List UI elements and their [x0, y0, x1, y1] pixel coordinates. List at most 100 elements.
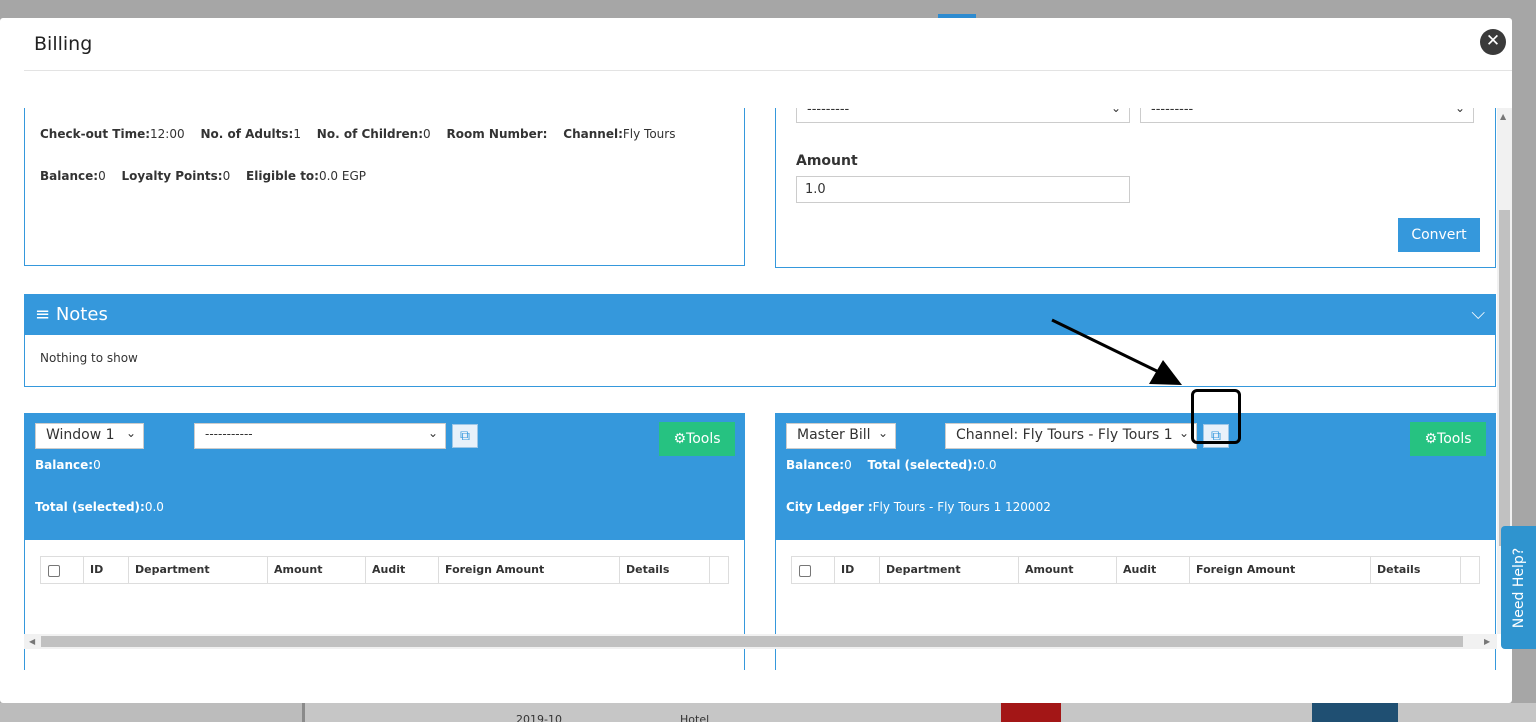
transactions-table-header: ID Department Amount Audit Foreign Amoun… [40, 556, 729, 584]
column-header: Audit [1116, 557, 1190, 583]
scroll-right-icon[interactable]: ▶ [1484, 637, 1490, 646]
balance-label: Balance: [35, 458, 94, 472]
balance-label: Balance: [786, 458, 845, 472]
billing-modal: Billing ✕ Check-out Time:12:00 No. of Ad… [0, 18, 1512, 703]
chevron-down-icon: ⌄ [877, 426, 888, 440]
column-header: Audit [365, 557, 439, 583]
external-link-icon[interactable]: ⧉ [452, 424, 478, 448]
select-all-checkbox[interactable] [48, 565, 60, 577]
currency-convert-box: --------- ⌄ --------- ⌄ Amount 1.0 Conve… [775, 108, 1496, 268]
select-value: --------- [807, 108, 850, 117]
tools-label: Tools [1437, 431, 1472, 447]
gears-icon: ⚙ [673, 431, 687, 447]
column-header [709, 557, 729, 583]
info-value: Fly Tours [622, 127, 676, 141]
annotation-arrow [1051, 318, 1182, 385]
tools-label: Tools [686, 431, 721, 447]
background-text: Hotel [680, 713, 710, 722]
column-header: Amount [267, 557, 367, 583]
total-value: 0.0 [977, 458, 997, 472]
info-label: Check-out Time: [40, 127, 151, 141]
scroll-up-icon[interactable]: ▲ [1500, 112, 1506, 121]
info-label: Room Number: [446, 127, 548, 141]
info-row: Check-out Time:12:00 No. of Adults:1 No.… [40, 127, 675, 141]
select-all-checkbox[interactable] [799, 565, 811, 577]
bill-window-right: Master Bill ⌄ Channel: Fly Tours - Fly T… [775, 413, 1496, 670]
chevron-down-icon: ⌄ [125, 426, 136, 440]
transactions-table-header: ID Department Amount Audit Foreign Amoun… [791, 556, 1480, 584]
window-select[interactable]: Window 1 ⌄ [35, 423, 144, 449]
column-header: Foreign Amount [1189, 557, 1371, 583]
info-value: 0 [423, 127, 431, 141]
scrollbar-thumb[interactable] [1499, 210, 1510, 546]
select-value: --------- [1151, 108, 1194, 117]
external-link-icon[interactable]: ⧉ [1203, 424, 1229, 448]
scrollbar-thumb[interactable] [41, 636, 1463, 647]
info-label: No. of Children: [316, 127, 424, 141]
info-value: 0 [222, 169, 231, 183]
tools-button[interactable]: ⚙Tools [659, 422, 735, 456]
balance-line: Balance:0 Total (selected):0.0 [786, 458, 996, 472]
info-label: Channel: [563, 127, 623, 141]
balance-line: Balance:0 [35, 458, 101, 472]
need-help-button[interactable]: Need Help? [1501, 526, 1536, 649]
convert-button[interactable]: Convert [1398, 218, 1480, 252]
bill-window-header: Window 1 ⌄ ----------- ⌄ ⧉ ⚙Tools Balanc… [25, 414, 744, 540]
chevron-down-icon: ⌄ [427, 426, 438, 440]
need-help-label: Need Help? [1510, 547, 1527, 628]
column-header: Amount [1018, 557, 1118, 583]
window-select[interactable]: Master Bill ⌄ [786, 423, 896, 449]
balance-value: 0 [93, 458, 101, 472]
info-row: Balance:0 Loyalty Points:0 Eligible to:0… [40, 169, 366, 183]
info-label: Balance: [40, 169, 99, 183]
column-header: Department [879, 557, 1019, 583]
amount-input[interactable]: 1.0 [796, 176, 1130, 203]
info-value: 0 [98, 169, 106, 183]
city-ledger-label: City Ledger : [786, 500, 873, 514]
info-label: No. of Adults: [200, 127, 294, 141]
reservation-info-box: Check-out Time:12:00 No. of Adults:1 No.… [24, 108, 745, 266]
notes-panel: ≡ Notes ⌵ Nothing to show [24, 294, 1496, 387]
total-label: Total (selected): [35, 500, 145, 514]
horizontal-scrollbar[interactable]: ◀ ▶ [24, 634, 1497, 649]
chevron-down-icon[interactable]: ⌵ [1471, 303, 1485, 324]
city-ledger-value: Fly Tours - Fly Tours 1 120002 [872, 500, 1051, 514]
scroll-left-icon[interactable]: ◀ [29, 637, 35, 646]
transfer-target-select[interactable]: ----------- ⌄ [194, 423, 446, 449]
transfer-target-select[interactable]: Channel: Fly Tours - Fly Tours 1 ⌄ [945, 423, 1197, 449]
modal-header: Billing ✕ [24, 18, 1512, 71]
background-navy-block [1312, 703, 1398, 722]
tools-button[interactable]: ⚙Tools [1410, 422, 1486, 456]
currency-from-select[interactable]: --------- ⌄ [796, 108, 1130, 123]
chevron-down-icon: ⌄ [1454, 108, 1465, 115]
modal-body: Check-out Time:12:00 No. of Adults:1 No.… [24, 108, 1512, 670]
notes-header[interactable]: ≡ Notes ⌵ [25, 295, 1495, 335]
close-icon[interactable]: ✕ [1480, 29, 1506, 55]
bill-window-header: Master Bill ⌄ Channel: Fly Tours - Fly T… [776, 414, 1495, 540]
info-label: Loyalty Points: [121, 169, 223, 183]
gears-icon: ⚙ [1424, 431, 1438, 447]
info-value: 1 [293, 127, 301, 141]
info-value: 12:00 [150, 127, 185, 141]
menu-icon: ≡ [35, 304, 51, 325]
notes-body: Nothing to show [40, 351, 138, 365]
bill-window-left: Window 1 ⌄ ----------- ⌄ ⧉ ⚙Tools Balanc… [24, 413, 745, 670]
chevron-down-icon: ⌄ [1178, 426, 1189, 440]
select-value: Window 1 [46, 427, 115, 443]
modal-title: Billing [34, 33, 93, 55]
column-header: Details [619, 557, 711, 583]
select-value: ----------- [205, 427, 253, 441]
amount-label: Amount [796, 153, 858, 169]
currency-to-select[interactable]: --------- ⌄ [1140, 108, 1474, 123]
background-red-block [1001, 703, 1061, 722]
balance-value: 0 [844, 458, 852, 472]
total-value: 0.0 [144, 500, 164, 514]
chevron-down-icon: ⌄ [1110, 108, 1121, 115]
column-header: ID [83, 557, 129, 583]
column-header: Department [128, 557, 268, 583]
info-label: Eligible to: [246, 169, 319, 183]
select-value: Channel: Fly Tours - Fly Tours 1 [956, 427, 1173, 443]
column-header: Foreign Amount [438, 557, 620, 583]
column-header: ID [834, 557, 880, 583]
column-header [1460, 557, 1480, 583]
